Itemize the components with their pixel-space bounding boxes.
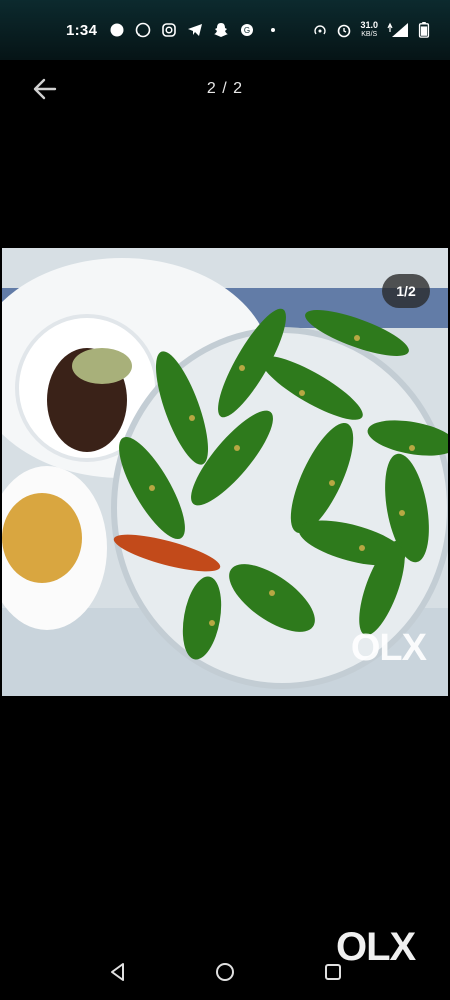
triangle-back-icon: [111, 963, 124, 981]
status-right-cluster: 31.0 KB/S: [312, 21, 430, 39]
square-recents-icon: [325, 964, 341, 980]
page-counter: 2 / 2: [206, 80, 244, 97]
product-photo[interactable]: 1/2 OLX: [2, 248, 448, 696]
instagram-icon: [162, 23, 177, 37]
app-notification-icon: G: [241, 24, 254, 36]
whatsapp-icon: [135, 22, 151, 38]
battery-icon: [418, 22, 430, 38]
photo-watermark-logo: OLX: [350, 627, 427, 669]
chat-bubble-icon: [110, 23, 124, 37]
network-speed-value: 31.0: [360, 20, 378, 30]
more-dot-icon: [271, 28, 276, 32]
alarm-icon: [338, 24, 351, 38]
signal-4g-icon: [387, 22, 408, 37]
system-nav-bar: [0, 940, 450, 1000]
svg-text:G: G: [244, 26, 250, 35]
hotspot-icon: [314, 25, 327, 35]
viewer-header: 2 / 2: [0, 60, 450, 120]
network-speed-unit: KB/S: [361, 31, 378, 38]
nav-back-button[interactable]: [106, 960, 130, 984]
status-bar: 1:34 G 31.0 KB/S: [0, 0, 450, 60]
circle-home-icon: [216, 963, 234, 981]
nav-recents-button[interactable]: [321, 960, 345, 984]
network-speed: 31.0 KB/S: [360, 21, 378, 39]
snapchat-icon: [214, 23, 229, 37]
photo-index-badge: 1/2: [382, 274, 430, 308]
status-time: 1:34: [66, 21, 98, 39]
telegram-icon: [188, 24, 203, 36]
nav-home-button[interactable]: [213, 960, 237, 984]
